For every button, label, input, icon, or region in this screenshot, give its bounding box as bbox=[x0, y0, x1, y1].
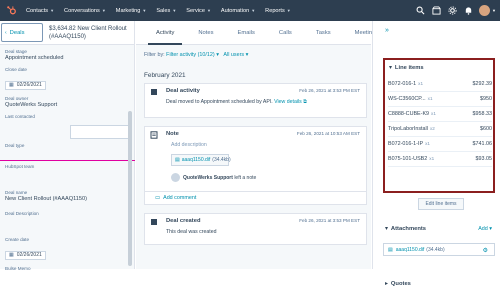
note-attachment[interactable]: ▤ aaaq1150.dif (34.4kb) bbox=[171, 154, 231, 166]
property-deal-stage[interactable]: Deal stage Appointment scheduled bbox=[5, 49, 129, 62]
line-items-header[interactable]: ▾ Line items bbox=[389, 65, 424, 71]
add-comment-button[interactable]: ▭ Add comment bbox=[145, 191, 366, 204]
close-date-field[interactable]: ▦ 02/26/2021 bbox=[5, 80, 46, 90]
chevron-down-icon: ▾ bbox=[385, 226, 388, 232]
chevron-down-icon: ▼ bbox=[286, 8, 291, 13]
deal-created-card[interactable]: Deal created Feb 26, 2021 at 3:53 PM EST… bbox=[144, 213, 367, 245]
line-item[interactable]: TripoLaborInstall x2 $600 bbox=[388, 122, 492, 137]
note-card[interactable]: Note Feb 26, 2021 at 10:53 AM EST Add de… bbox=[144, 126, 367, 205]
tab-tasks[interactable]: Tasks bbox=[304, 21, 343, 45]
nav-utilities: ▼ bbox=[411, 0, 496, 21]
month-heading: February 2021 bbox=[144, 72, 186, 79]
property-deal-description[interactable]: Deal Description bbox=[5, 211, 129, 232]
chevron-down-icon: ▼ bbox=[101, 8, 106, 13]
deal-icon bbox=[149, 87, 158, 96]
chevron-down-icon: ▼ bbox=[50, 8, 55, 13]
filter-activity-dropdown[interactable]: Filter activity (10/12) ▾ bbox=[166, 52, 219, 58]
calendar-icon: ▦ bbox=[9, 82, 14, 88]
menu-contacts[interactable]: Contacts ▼ bbox=[26, 8, 54, 14]
note-description[interactable]: Add description bbox=[171, 142, 207, 148]
line-item[interactable]: WS-C3560CP... x1 $950 bbox=[388, 92, 492, 107]
property-deal-type[interactable]: Deal type bbox=[5, 143, 129, 159]
tab-emails[interactable]: Emails bbox=[226, 21, 267, 45]
note-icon bbox=[149, 130, 158, 139]
record-left-panel: ‹ Deals $3,634.82 New Client Rollout (#A… bbox=[0, 21, 135, 271]
gear-icon[interactable]: ⚙ bbox=[483, 247, 488, 254]
property-deal-name[interactable]: Deal name New Client Rollout (#AAAQ1150) bbox=[5, 190, 129, 203]
search-icon[interactable] bbox=[413, 4, 427, 18]
activity-filter: Filter by: Filter activity (10/12) ▾ All… bbox=[144, 52, 249, 58]
attachment-item[interactable]: ▤ aaaq1150.dif (34.4kb) ⚙ bbox=[383, 243, 495, 256]
divider bbox=[0, 160, 135, 161]
chevron-down-icon: ▼ bbox=[172, 8, 177, 13]
marketplace-icon[interactable] bbox=[429, 4, 443, 18]
property-hubspot-team[interactable]: HubSpot team bbox=[5, 164, 129, 185]
main-menu: Contacts ▼ Conversations ▼ Marketing ▼ Sale… bbox=[22, 0, 301, 21]
hubspot-logo-icon[interactable] bbox=[0, 0, 22, 21]
menu-sales[interactable]: Sales ▼ bbox=[156, 8, 176, 14]
line-item[interactable]: C8888-CUBE-K9 x1 $958.33 bbox=[388, 107, 492, 122]
chevron-down-icon[interactable]: ▼ bbox=[492, 8, 496, 13]
top-navigation: Contacts ▼ Conversations ▼ Marketing ▼ Sale… bbox=[0, 0, 500, 21]
timeline-tabs: Activity Notes Emails Calls Tasks Meetin… bbox=[136, 21, 378, 45]
add-attachment-button[interactable]: Add ▾ bbox=[478, 226, 492, 232]
filter-users-dropdown[interactable]: All users ▾ bbox=[223, 52, 248, 58]
avatar bbox=[171, 173, 180, 182]
left-panel-scrollbar[interactable] bbox=[128, 111, 132, 266]
chevron-down-icon: ▼ bbox=[142, 8, 147, 13]
menu-automation[interactable]: Automation ▼ bbox=[221, 8, 255, 14]
tab-notes[interactable]: Notes bbox=[186, 21, 225, 45]
property-create-date[interactable]: Create date ▦ 02/26/2021 bbox=[5, 237, 129, 261]
chevron-down-icon: ▼ bbox=[251, 8, 256, 13]
line-item[interactable]: B075-101-USB2 x1 $93.05 bbox=[388, 152, 492, 167]
property-close-date[interactable]: Close date ▦ 02/26/2021 bbox=[5, 67, 129, 91]
property-deal-owner[interactable]: Deal owner QuoteWerks Support bbox=[5, 96, 129, 109]
menu-marketing[interactable]: Marketing ▼ bbox=[116, 8, 147, 14]
tab-activity[interactable]: Activity bbox=[144, 21, 186, 45]
right-sidebar: » ▾ Line items B072-016-1 x1 $292.39 WS-C35… bbox=[372, 21, 500, 287]
avatar[interactable] bbox=[479, 5, 491, 16]
bell-icon[interactable] bbox=[461, 4, 475, 18]
tab-calls[interactable]: Calls bbox=[267, 21, 304, 45]
back-to-deals-button[interactable]: ‹ Deals bbox=[1, 23, 43, 42]
timeline-panel: Activity Notes Emails Calls Tasks Meetin… bbox=[136, 21, 378, 269]
attachments-header[interactable]: ▾ Attachments bbox=[385, 226, 426, 232]
deal-icon bbox=[149, 217, 158, 226]
create-date-field[interactable]: ▦ 02/26/2021 bbox=[5, 250, 46, 260]
menu-service[interactable]: Service ▼ bbox=[186, 8, 211, 14]
comment-icon: ▭ bbox=[155, 195, 161, 201]
line-item[interactable]: B072-016-1 x1 $292.39 bbox=[388, 77, 492, 92]
file-icon: ▤ bbox=[388, 246, 393, 253]
menu-conversations[interactable]: Conversations ▼ bbox=[64, 8, 106, 14]
line-item[interactable]: B072-016-1-IP x1 $741.06 bbox=[388, 137, 492, 152]
calendar-icon: ▦ bbox=[9, 252, 14, 258]
view-details-link[interactable]: View details ⧉ bbox=[274, 99, 307, 105]
property-bulse-memo[interactable]: Bulse Memo bbox=[5, 266, 129, 272]
file-icon: ▤ bbox=[175, 157, 180, 163]
line-items-section: ▾ Line items B072-016-1 x1 $292.39 WS-C3560… bbox=[383, 58, 495, 193]
deal-properties: Deal stage Appointment scheduled Close d… bbox=[0, 45, 134, 281]
edit-line-items-button[interactable]: Edit line items bbox=[418, 198, 464, 210]
quotes-header[interactable]: ▸ Quotes bbox=[385, 281, 411, 287]
line-items-list: B072-016-1 x1 $292.39 WS-C3560CP... x1 $950 … bbox=[388, 77, 492, 167]
chevron-left-icon: ‹ bbox=[5, 29, 7, 36]
collapse-sidebar-icon[interactable]: » bbox=[385, 27, 389, 34]
deal-title: $3,634.82 New Client Rollout (#AAAQ1150) bbox=[49, 26, 127, 40]
chevron-down-icon: ▼ bbox=[206, 8, 211, 13]
gear-icon[interactable] bbox=[445, 4, 459, 18]
last-contacted-input[interactable] bbox=[70, 125, 132, 139]
record-header: ‹ Deals $3,634.82 New Client Rollout (#A… bbox=[0, 21, 134, 45]
chevron-right-icon: ▸ bbox=[385, 281, 388, 287]
deal-activity-card[interactable]: Deal activity Feb 26, 2021 at 3:53 PM ES… bbox=[144, 83, 367, 118]
menu-reports[interactable]: Reports ▼ bbox=[265, 8, 291, 14]
chevron-down-icon: ▾ bbox=[389, 65, 392, 71]
